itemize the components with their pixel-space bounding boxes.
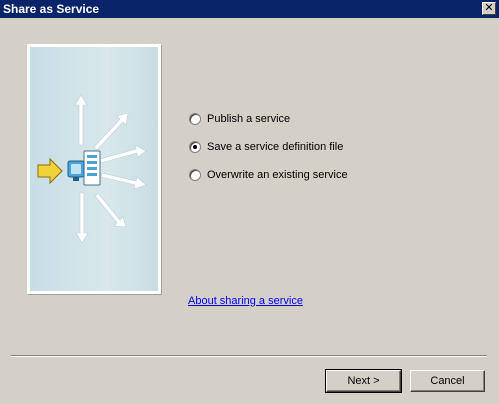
share-illustration — [27, 44, 161, 294]
option-overwrite-service[interactable]: Overwrite an existing service — [189, 168, 348, 182]
about-sharing-link[interactable]: About sharing a service — [188, 295, 303, 307]
save-definition-radio[interactable] — [189, 141, 201, 153]
publish-label[interactable]: Publish a service — [207, 112, 290, 126]
cancel-button[interactable]: Cancel — [410, 370, 485, 392]
window-title: Share as Service — [3, 2, 100, 16]
radio-selected-dot — [193, 145, 197, 149]
next-button[interactable]: Next > — [325, 369, 402, 393]
close-icon: ✕ — [484, 1, 494, 14]
overwrite-label[interactable]: Overwrite an existing service — [207, 168, 348, 182]
option-save-definition[interactable]: Save a service definition file — [189, 140, 343, 154]
share-as-service-dialog: Share as Service ✕ Publish a service Sav… — [0, 0, 499, 404]
option-publish-service[interactable]: Publish a service — [189, 112, 290, 126]
close-button[interactable]: ✕ — [482, 2, 496, 15]
server-share-arrows-icon — [37, 94, 147, 244]
separator-line — [11, 355, 487, 357]
save-definition-label[interactable]: Save a service definition file — [207, 140, 343, 154]
title-bar[interactable]: Share as Service ✕ — [0, 0, 499, 18]
publish-radio[interactable] — [189, 113, 201, 125]
overwrite-radio[interactable] — [189, 169, 201, 181]
